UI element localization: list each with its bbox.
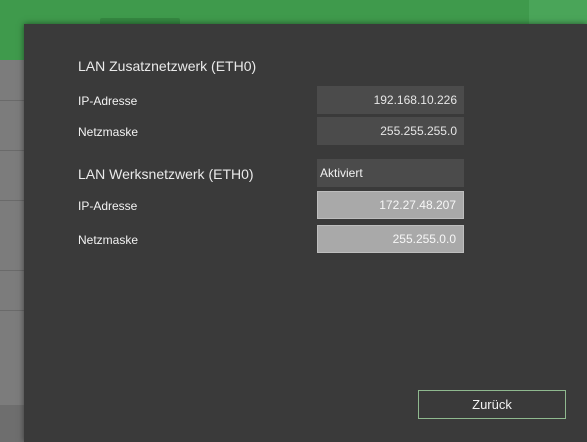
plant-netmask-field[interactable]: 255.255.0.0	[317, 225, 464, 253]
ip-address-label: IP-Adresse	[78, 199, 138, 213]
section-title-additional-network: LAN Zusatznetzwerk (ETH0)	[78, 58, 257, 74]
section-title-plant-network: LAN Werksnetzwerk (ETH0)	[78, 166, 254, 182]
plant-ip-address-field[interactable]: 172.27.48.207	[317, 191, 464, 219]
additional-ip-address-field: 192.168.10.226	[317, 86, 464, 114]
network-settings-dialog: LAN Zusatznetzwerk (ETH0) IP-Adresse 192…	[24, 24, 587, 442]
plant-network-status[interactable]: Aktiviert	[317, 159, 464, 187]
ip-address-label: IP-Adresse	[78, 94, 138, 108]
netmask-label: Netzmaske	[78, 125, 139, 139]
netmask-label: Netzmaske	[78, 233, 139, 247]
additional-netmask-field: 255.255.255.0	[317, 117, 464, 145]
back-button[interactable]: Zurück	[418, 390, 566, 419]
